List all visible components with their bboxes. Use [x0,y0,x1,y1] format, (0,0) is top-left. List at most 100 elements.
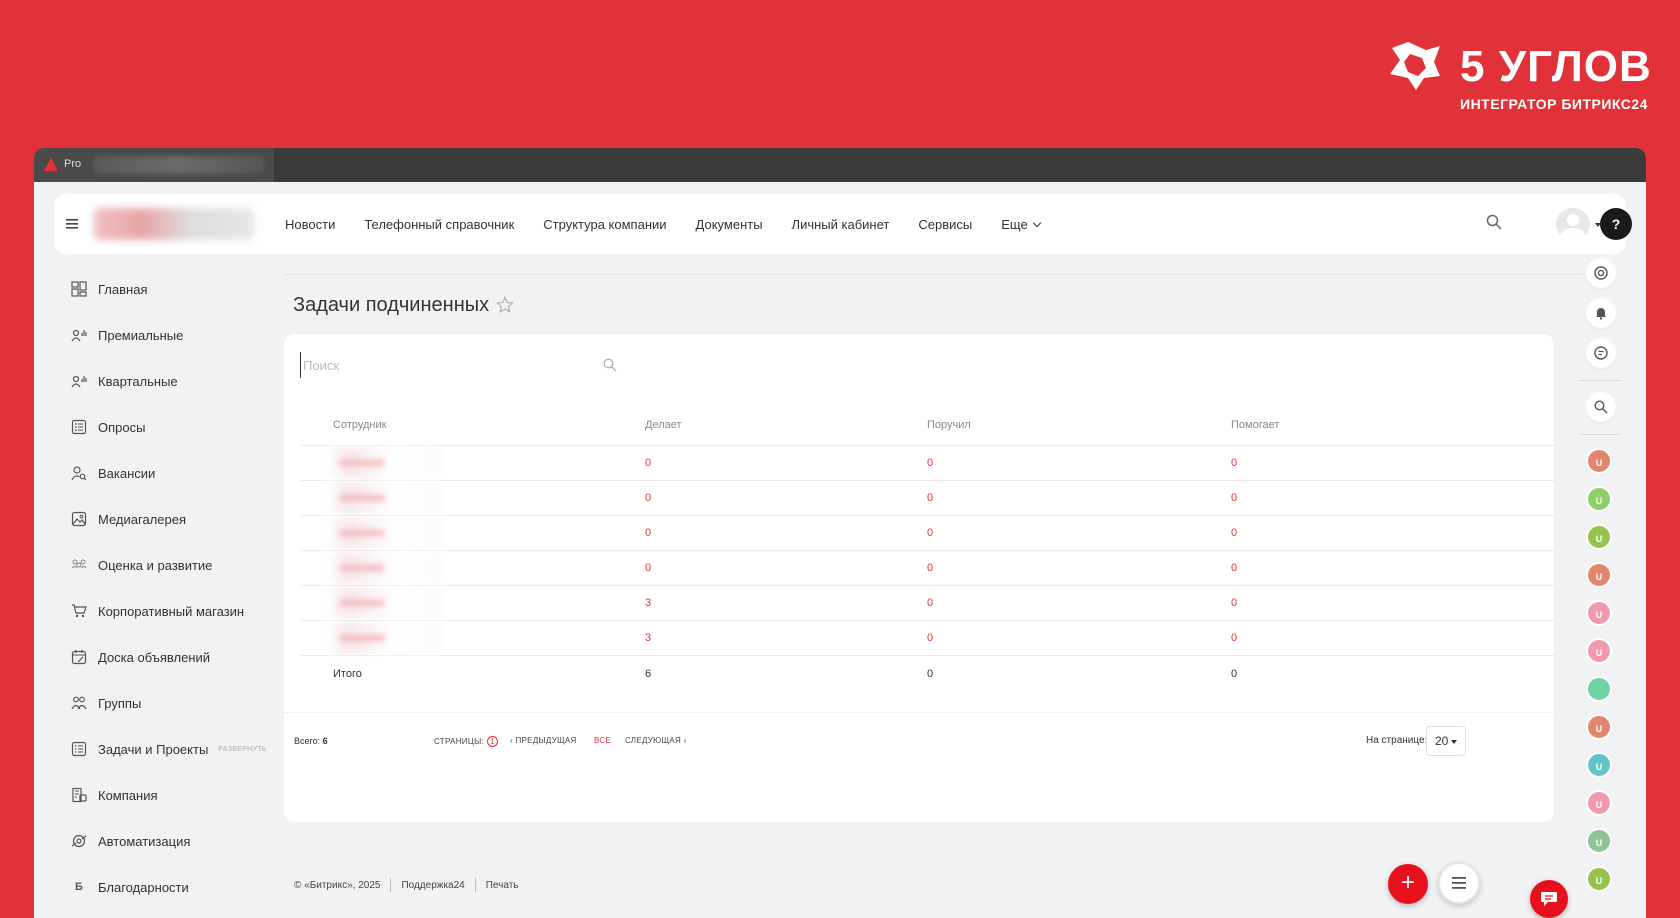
employee-name-blurred[interactable] [325,586,451,620]
cell-helps[interactable]: 0 [1231,551,1237,585]
rail-notifications-button[interactable] [1586,298,1616,328]
sidebar-item-shop[interactable]: Корпоративный магазин [70,588,280,634]
cell-does[interactable]: 3 [645,621,651,655]
total-count-value: 6 [322,736,328,746]
user-avatar[interactable] [1556,208,1590,240]
cell-does[interactable]: 0 [645,551,651,585]
browser-tab[interactable]: Pro [34,148,274,182]
rail-avatar[interactable]: U [1586,600,1612,626]
browser-titlebar: Pro [34,148,1646,182]
rail-avatar[interactable]: U [1586,790,1612,816]
search-icon[interactable] [1486,214,1502,230]
table-row: 3 0 0 [301,586,1555,621]
column-header-assigned[interactable]: Поручил [927,404,971,445]
user-chart-icon [70,372,88,390]
rail-messenger-button[interactable] [1586,338,1616,368]
add-button[interactable]: + [1388,864,1428,904]
sidebar-item-board[interactable]: Доска объявлений [70,634,280,680]
topnav-item-services[interactable]: Сервисы [918,217,972,232]
rail-avatar[interactable]: U [1586,638,1612,664]
rail-avatar[interactable]: U [1586,752,1612,778]
cell-does[interactable]: 0 [645,516,651,550]
top-header: Новости Телефонный справочник Структура … [54,194,1632,254]
cell-does[interactable]: 3 [645,586,651,620]
employee-name-blurred[interactable] [325,446,451,480]
company-logo[interactable] [94,208,254,240]
site-favicon-icon [44,157,58,171]
sidebar-item-company[interactable]: Компания [70,772,280,818]
cell-assigned[interactable]: 0 [927,621,933,655]
table-row: 0 0 0 [301,481,1555,516]
cell-helps[interactable]: 0 [1231,516,1237,550]
next-page-link[interactable]: СЛЕДУЮЩАЯ › [625,736,687,745]
sidebar-item-media[interactable]: Медиагалерея [70,496,280,542]
menu-burger-icon[interactable] [66,216,78,234]
sidebar-item-polls[interactable]: Опросы [70,404,280,450]
rail-avatar[interactable]: U [1586,448,1612,474]
column-header-helps[interactable]: Помогает [1231,404,1279,445]
column-header-employee[interactable]: Сотрудник [333,404,386,445]
sidebar-item-home[interactable]: Главная [70,266,280,312]
help-button[interactable]: ? [1600,208,1632,240]
per-page-select[interactable]: 20 [1426,726,1466,756]
sidebar-item-thanks[interactable]: Б Благодарности [70,864,280,910]
sidebar-item-vacancies[interactable]: Вакансии [70,450,280,496]
cell-assigned[interactable]: 0 [927,551,933,585]
cell-helps[interactable]: 0 [1231,446,1237,480]
cell-assigned[interactable]: 0 [927,586,933,620]
cell-helps[interactable]: 0 [1231,586,1237,620]
table-row: 3 0 0 [301,621,1555,656]
top-navigation: Новости Телефонный справочник Структура … [285,194,1069,254]
cell-helps[interactable]: 0 [1231,481,1237,515]
expand-link[interactable]: РАЗВЕРНУТЬ [218,746,266,753]
rail-avatar[interactable]: U [1586,486,1612,512]
sidebar-item-evaluation[interactable]: Оценка и развитие [70,542,280,588]
cell-assigned[interactable]: 0 [927,516,933,550]
cell-assigned[interactable]: 0 [927,446,933,480]
employee-name-blurred[interactable] [325,621,451,655]
cell-helps[interactable]: 0 [1231,621,1237,655]
sidebar-item-label: Компания [98,787,158,803]
table-row: 0 0 0 [301,516,1555,551]
current-page[interactable]: 1 [487,736,498,747]
rail-avatar[interactable]: U [1586,866,1612,892]
rail-copilot-button[interactable] [1586,258,1616,288]
prev-page-link[interactable]: ‹ ПРЕДЫДУЩАЯ [510,736,577,745]
employee-name-blurred[interactable] [325,481,451,515]
employee-name-blurred[interactable] [325,551,451,585]
cell-does[interactable]: 0 [645,481,651,515]
rail-avatar[interactable]: U [1586,562,1612,588]
employee-name-blurred[interactable] [325,516,451,550]
brand-title: 5 УГЛОВ [1460,42,1652,91]
topnav-item-phonebook[interactable]: Телефонный справочник [364,217,514,232]
star-icon[interactable] [496,296,514,314]
print-link[interactable]: Печать [486,880,519,891]
search-input[interactable] [300,352,600,378]
topnav-more[interactable]: Еще [1001,217,1041,232]
tab-title: Pro [64,158,82,170]
rail-search-button[interactable] [1586,392,1616,422]
search-icon [1594,400,1608,414]
sidebar-item-groups[interactable]: Группы [70,680,280,726]
rail-avatar[interactable]: U [1586,524,1612,550]
cell-does[interactable]: 0 [645,446,651,480]
page-title: Задачи подчиненных [293,294,490,316]
rail-avatar[interactable]: U [1586,828,1612,854]
sidebar-item-premium[interactable]: Премиальные [70,312,280,358]
search-icon[interactable] [603,358,617,372]
sidebar-item-quarterly[interactable]: Квартальные [70,358,280,404]
topnav-item-cabinet[interactable]: Личный кабинет [792,217,890,232]
rail-chat-group-avatar[interactable] [1586,676,1612,702]
topnav-item-documents[interactable]: Документы [696,217,763,232]
column-header-does[interactable]: Делает [645,404,682,445]
support-link[interactable]: Поддержка24 [401,880,464,891]
sidebar-item-automation[interactable]: Автоматизация [70,818,280,864]
rail-avatar[interactable]: U [1586,714,1612,740]
topnav-item-news[interactable]: Новости [285,217,335,232]
topnav-item-structure[interactable]: Структура компании [543,217,666,232]
sidebar-item-tasks[interactable]: Задачи и Проекты РАЗВЕРНУТЬ [70,726,280,772]
cell-assigned[interactable]: 0 [927,481,933,515]
menu-button[interactable] [1438,862,1480,904]
all-pages-link[interactable]: ВСЕ [594,736,611,745]
chat-button[interactable] [1530,880,1568,918]
